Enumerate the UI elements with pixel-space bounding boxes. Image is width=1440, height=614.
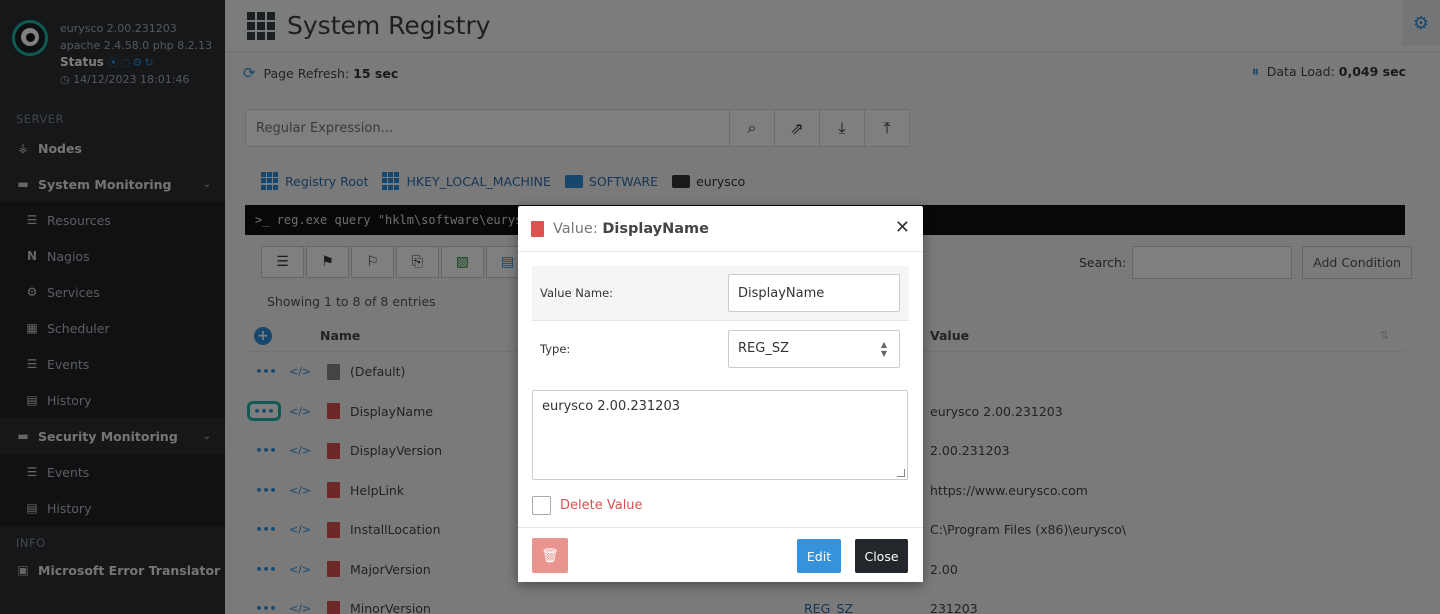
modal-footer: 🗑 Edit Close (518, 527, 923, 582)
edit-button[interactable]: Edit (797, 539, 841, 573)
type-row: Type: REG_SZ ▲ ▼ (532, 321, 909, 376)
value-name-label: Value Name: (540, 286, 614, 300)
file-icon (531, 220, 544, 237)
value-name-field[interactable]: DisplayName (728, 274, 900, 312)
type-select[interactable]: REG_SZ ▲ ▼ (728, 329, 900, 368)
value-name-row: Value Name: DisplayName (532, 266, 909, 321)
value-data-textarea[interactable]: eurysco 2.00.231203 (532, 390, 908, 480)
delete-value-label[interactable]: Delete Value (560, 498, 643, 513)
resize-grip-icon[interactable] (897, 469, 905, 477)
modal-title: Value: DisplayName (553, 220, 709, 237)
delete-button[interactable]: 🗑 (532, 538, 568, 573)
select-arrows-icon: ▲ ▼ (880, 339, 887, 358)
delete-value-option: Delete Value (532, 496, 909, 515)
delete-value-checkbox[interactable] (532, 496, 551, 515)
trash-icon: 🗑 (541, 547, 559, 564)
modal-header: Value: DisplayName ✕ (518, 206, 923, 252)
close-button[interactable]: Close (855, 539, 908, 573)
close-icon[interactable]: ✕ (895, 217, 910, 238)
type-label: Type: (540, 341, 571, 356)
value-modal: Value: DisplayName ✕ Value Name: Display… (518, 206, 923, 582)
